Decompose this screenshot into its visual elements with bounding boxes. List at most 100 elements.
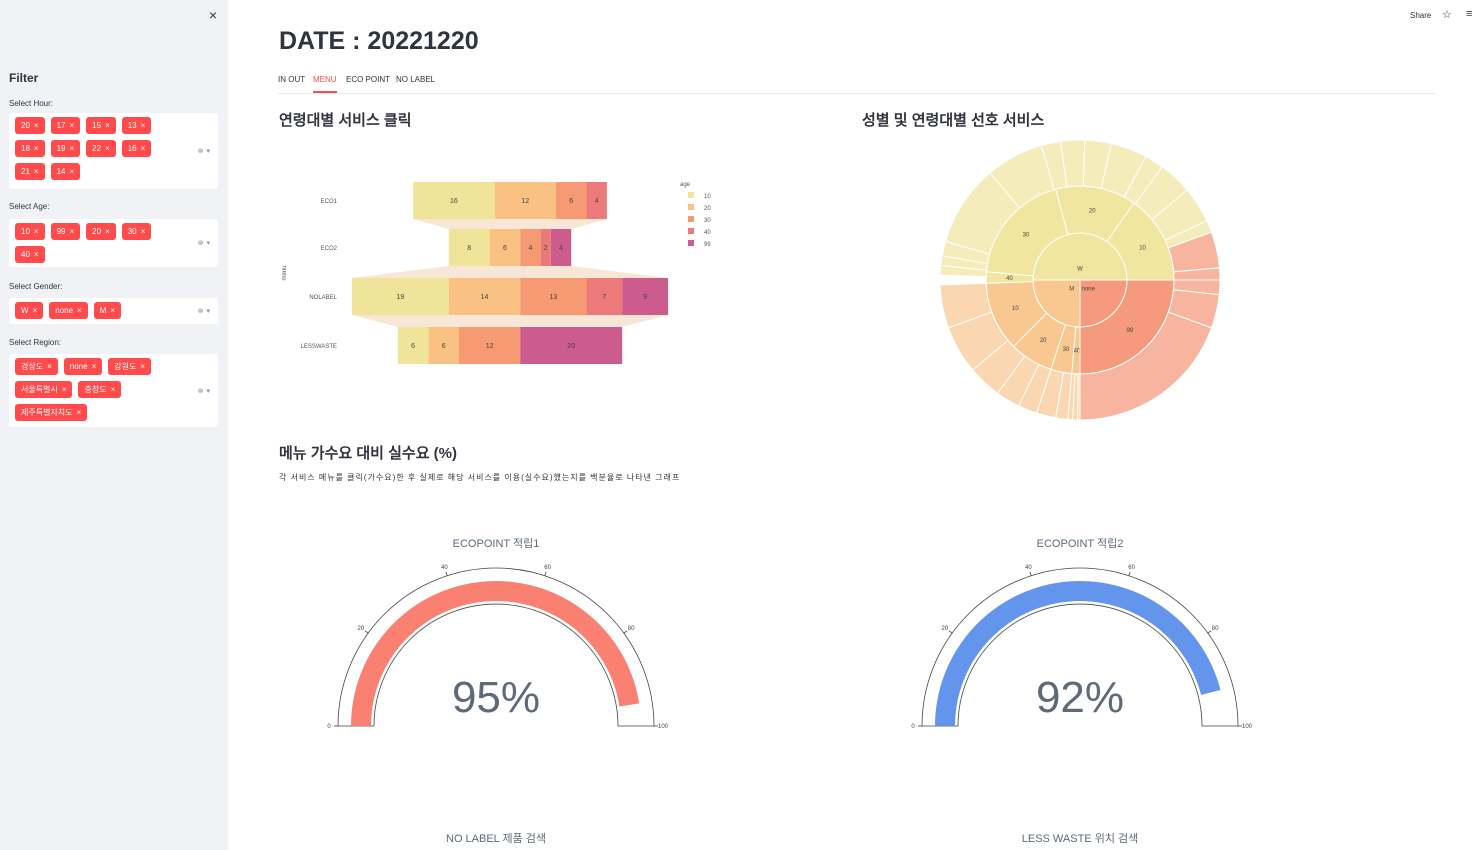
filter-tag[interactable]: 22 × — [86, 140, 116, 157]
filter-tag-label: M — [99, 306, 107, 315]
filter-tag[interactable]: none × — [63, 358, 103, 375]
funnel-axis-label: menu — [282, 265, 288, 280]
remove-tag-icon[interactable]: × — [141, 117, 146, 134]
filter-tag[interactable]: 20 × — [86, 223, 116, 240]
remove-tag-icon[interactable]: × — [110, 302, 115, 319]
tab-in-out[interactable]: IN OUT — [278, 75, 305, 84]
funnel-category-label: NOLABEL — [309, 295, 337, 301]
filter-tag[interactable]: 20 × — [15, 117, 45, 134]
gauge-section-title: 메뉴 가수요 대비 실수요 (%) — [279, 445, 457, 462]
tab-no-label[interactable]: NO LABEL — [396, 75, 435, 84]
remove-tag-icon[interactable]: × — [69, 117, 74, 134]
filter-tag[interactable]: 14 × — [50, 163, 81, 180]
clear-and-dropdown-icon[interactable]: ⊗ ▾ — [198, 239, 210, 247]
gauge-tick — [948, 630, 953, 634]
filter-tag[interactable]: 18 × — [15, 140, 45, 157]
gauge-tick-label: 80 — [628, 626, 635, 632]
age-multiselect[interactable]: 10 × 99 × 20 × 30 × 40 × ⊗ ▾ — [9, 219, 218, 267]
remove-tag-icon[interactable]: × — [105, 140, 110, 157]
tab-eco-point[interactable]: ECO POINT — [346, 75, 390, 84]
filter-tag-label: 제주특별자치도 — [21, 408, 73, 417]
filter-tag[interactable]: M × — [93, 302, 122, 319]
filter-tag[interactable]: 40 × — [15, 246, 45, 263]
filter-tag[interactable]: 16 × — [121, 140, 152, 157]
filter-tag[interactable]: 19 × — [50, 140, 81, 157]
remove-tag-icon[interactable]: × — [77, 302, 82, 319]
filter-tag-label: 20 — [92, 227, 102, 236]
filter-tag[interactable]: 99 × — [50, 223, 81, 240]
remove-tag-icon[interactable]: × — [77, 404, 82, 421]
remove-tag-icon[interactable]: × — [34, 246, 39, 263]
region-multiselect[interactable]: 경상도 × none × 강원도 × 서울특별시 × 충청도 × 제주특별자치도 × ⊗ ▾ — [9, 354, 218, 427]
filter-tag-label: 서울특별시 — [21, 385, 58, 394]
remove-tag-icon[interactable]: × — [69, 140, 74, 157]
clear-and-dropdown-icon[interactable]: ⊗ ▾ — [198, 307, 210, 315]
filter-tag-label: 99 — [56, 227, 66, 236]
remove-tag-icon[interactable]: × — [140, 358, 145, 375]
gauge-value-text: 95% — [452, 673, 540, 722]
filter-tag[interactable]: 21 × — [15, 163, 45, 180]
hamburger-menu-icon[interactable]: ≡ — [1466, 8, 1472, 20]
remove-tag-icon[interactable]: × — [34, 140, 39, 157]
close-sidebar-icon[interactable]: × — [206, 8, 220, 22]
filter-tag-label: 19 — [56, 144, 66, 153]
remove-tag-icon[interactable]: × — [69, 223, 74, 240]
filter-tag[interactable]: 제주특별자치도 × — [15, 404, 88, 421]
filter-tag[interactable]: 13 × — [121, 117, 152, 134]
active-tab-indicator — [313, 91, 337, 93]
sunburst-gender-segment-label: none — [1082, 286, 1096, 292]
funnel-chart: 16 12 6 4 ECO1 8 6 4 2 4 ECO2 19 14 13 7 9 NOLABEL 6 6 12 20… — [282, 182, 711, 364]
filter-tag[interactable]: 서울특별시 × — [15, 381, 73, 398]
remove-tag-icon[interactable]: × — [69, 163, 74, 180]
gauge-caption: 각 서비스 메뉴를 클릭(가수요)한 후 실제로 해당 서비스를 이용(실수요)… — [279, 473, 681, 482]
remove-tag-icon[interactable]: × — [141, 140, 146, 157]
filter-tag[interactable]: 17 × — [50, 117, 81, 134]
remove-tag-icon[interactable]: × — [34, 117, 39, 134]
remove-tag-icon[interactable]: × — [33, 302, 38, 319]
share-button[interactable]: Share — [1410, 11, 1431, 20]
remove-tag-icon[interactable]: × — [111, 381, 116, 398]
star-icon[interactable]: ☆ — [1442, 8, 1452, 21]
hour-multiselect[interactable]: 20 × 17 × 15 × 13 × 18 × 19 × 22 × 16 × 21 × 14 × ⊗ ▾ — [9, 113, 218, 189]
clear-and-dropdown-icon[interactable]: ⊗ ▾ — [198, 387, 210, 395]
filter-tag[interactable]: W × — [15, 302, 44, 319]
legend-label: 10 — [704, 194, 711, 200]
funnel-connector — [413, 219, 607, 229]
remove-tag-icon[interactable]: × — [34, 223, 39, 240]
filter-tag-label: none — [69, 362, 88, 371]
clear-and-dropdown-icon[interactable]: ⊗ ▾ — [198, 147, 210, 155]
filter-tag[interactable]: 경상도 × — [15, 358, 58, 375]
remove-tag-icon[interactable]: × — [47, 358, 52, 375]
filter-tag[interactable]: 충청도 × — [78, 381, 122, 398]
sunburst-age-segment-label: 20 — [1089, 209, 1096, 215]
filter-tag[interactable]: 강원도 × — [108, 358, 151, 375]
remove-tag-icon[interactable]: × — [34, 163, 39, 180]
gauge-tick-label: 0 — [911, 724, 915, 730]
funnel-bar-value: 12 — [486, 343, 494, 350]
legend-label: 20 — [704, 206, 711, 212]
legend-swatch — [688, 192, 694, 198]
filter-tag[interactable]: 10 × — [15, 223, 45, 240]
remove-tag-icon[interactable]: × — [62, 381, 67, 398]
remove-tag-icon[interactable]: × — [92, 358, 97, 375]
funnel-bar-value: 19 — [396, 294, 404, 301]
gender-filter-label: Select Gender: — [9, 282, 63, 291]
filter-tag-label: 10 — [21, 227, 30, 236]
remove-tag-icon[interactable]: × — [141, 223, 146, 240]
remove-tag-icon[interactable]: × — [105, 117, 110, 134]
sidebar: × Filter Select Hour: 20 × 17 × 15 × 13 × 18 × 19 ×… — [0, 0, 228, 850]
funnel-bar-value: 12 — [521, 198, 529, 205]
sunburst-age-segment-label: 40 — [1006, 276, 1013, 282]
gender-multiselect[interactable]: W × none × M × ⊗ ▾ — [9, 298, 218, 324]
filter-tag[interactable]: 15 × — [86, 117, 116, 134]
filter-tag-label: 18 — [21, 144, 30, 153]
filter-tag[interactable]: none × — [49, 302, 88, 319]
gauge-tick — [1207, 630, 1212, 634]
sunburst-age-segment-label: 30 — [1063, 347, 1070, 353]
gauge-tick-label: 60 — [1128, 565, 1135, 571]
tab-menu[interactable]: MENU — [313, 75, 337, 84]
gauge-tick — [364, 630, 369, 634]
filter-tag[interactable]: 30 × — [121, 223, 152, 240]
remove-tag-icon[interactable]: × — [105, 223, 110, 240]
filter-tag-label: W — [21, 306, 29, 315]
